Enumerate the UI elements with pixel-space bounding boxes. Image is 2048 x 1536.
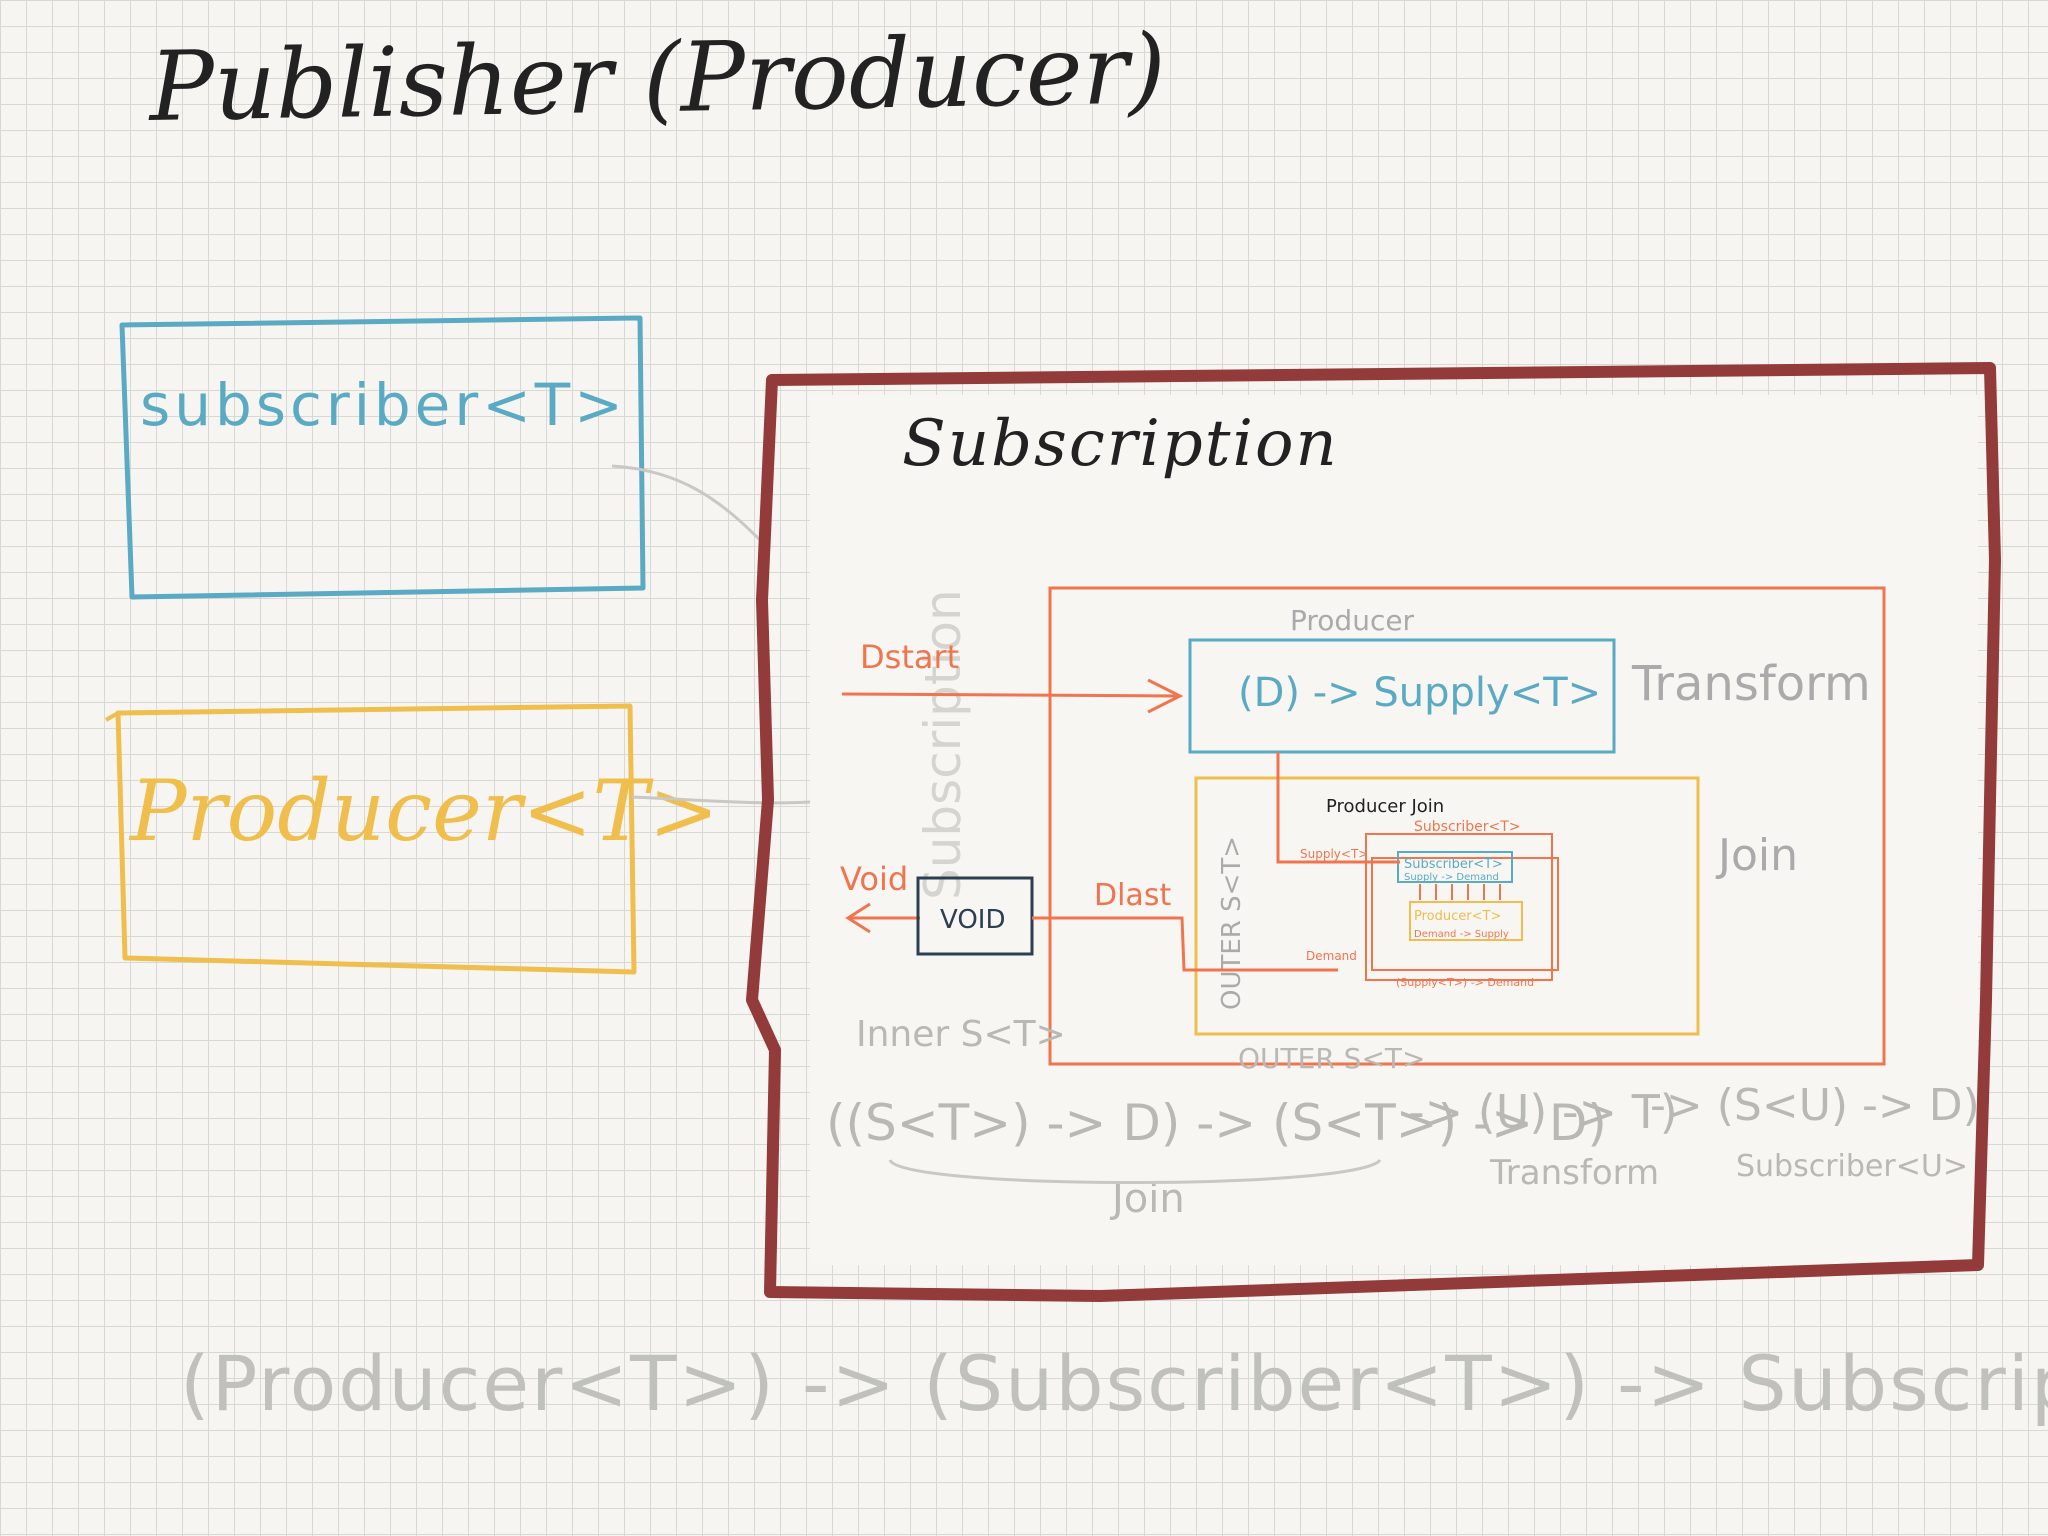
formula-expr3: -> (S<U) -> D) <box>1650 1080 1980 1131</box>
inner-producer-label: Producer <box>1290 604 1415 637</box>
join-label: Join <box>1715 830 1798 881</box>
formula-subscriber-u-label: Subscriber<U> <box>1736 1149 1968 1184</box>
subscriber-box: subscriber<T> <box>119 315 646 600</box>
formula-outer-label: OUTER S<T> <box>1238 1042 1425 1075</box>
formula-expr2: -> (U) -> T) <box>1408 1085 1678 1139</box>
transform-fn-label: (D) -> Supply<T> <box>1238 670 1601 716</box>
subscription-title: Subscription <box>902 407 1339 481</box>
whiteboard-canvas: Publisher (Producer) subscriber<T> Produ… <box>104 13 2048 1428</box>
d-start-arrow <box>841 692 1179 698</box>
bottom-signature: (Producer<T>) -> (Subscriber<T>) -> Subs… <box>180 1339 2048 1428</box>
inner-demand-supply-label: Demand -> Supply <box>1414 929 1509 940</box>
inner-producer-label-small: Producer<T> <box>1414 909 1501 924</box>
supply-t-label: Supply<T> <box>1300 847 1368 861</box>
void-out-label: Void <box>840 860 908 898</box>
producer-label: Producer<T> <box>128 762 719 860</box>
subscriber-label: subscriber<T> <box>140 371 627 439</box>
connector-subscriber <box>611 464 762 542</box>
d-last-label: Dlast <box>1094 878 1171 913</box>
inner-subscriber-label: Subscriber<T> <box>1404 857 1503 872</box>
formula-inner-label: Inner S<T> <box>856 1014 1066 1055</box>
producer-join-label: Producer Join <box>1326 796 1444 817</box>
demand-label: Demand <box>1306 949 1357 963</box>
page-title: Publisher (Producer) <box>146 13 1166 143</box>
void-box-label: VOID <box>940 905 1005 935</box>
producer-box: Producer<T> <box>104 703 719 975</box>
outer-st-vertical: OUTER S<T> <box>1217 836 1247 1010</box>
transform-label: Transform <box>1631 656 1871 712</box>
supply-to-demand-label: (Supply<T>) -> Demand <box>1396 976 1534 989</box>
d-start-label: Dstart <box>860 638 959 676</box>
inner-supply-demand-label: Supply -> Demand <box>1404 872 1499 883</box>
formula-transform-label: Transform <box>1489 1153 1659 1193</box>
subscriber-t-label: Subscriber<T> <box>1414 819 1521 835</box>
subscription-vertical: Subscription <box>914 589 972 900</box>
